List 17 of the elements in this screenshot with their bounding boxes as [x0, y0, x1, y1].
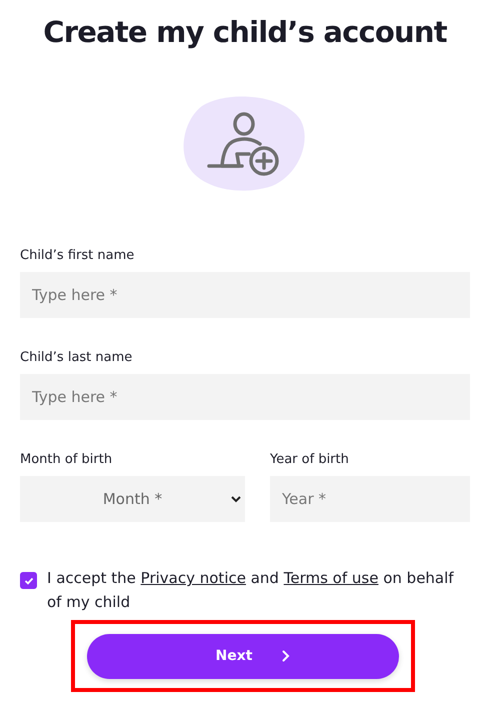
- chevron-down-icon: [231, 496, 241, 503]
- next-button[interactable]: Next: [87, 634, 399, 678]
- chevron-right-icon: [282, 650, 290, 662]
- field-label: Child’s last name: [20, 350, 134, 366]
- field-label: Child’s first name: [20, 248, 136, 264]
- link[interactable]: Terms of use: [284, 569, 378, 587]
- check-icon: [24, 576, 34, 584]
- consent-text: I accept the Privacy notice and Terms of use on behalf of my child: [47, 568, 455, 613]
- field-label: Month of birth: [20, 452, 114, 468]
- month-dropdown[interactable]: Month *: [20, 476, 245, 522]
- link[interactable]: Privacy notice: [140, 569, 246, 587]
- input-field[interactable]: Year *: [270, 476, 470, 522]
- page-title: Create my child’s account: [42, 14, 448, 51]
- field-label: Year of birth: [270, 452, 350, 468]
- input-field[interactable]: Type here *: [20, 272, 470, 318]
- checkbox[interactable]: [20, 572, 37, 589]
- input-field[interactable]: Type here *: [20, 374, 470, 420]
